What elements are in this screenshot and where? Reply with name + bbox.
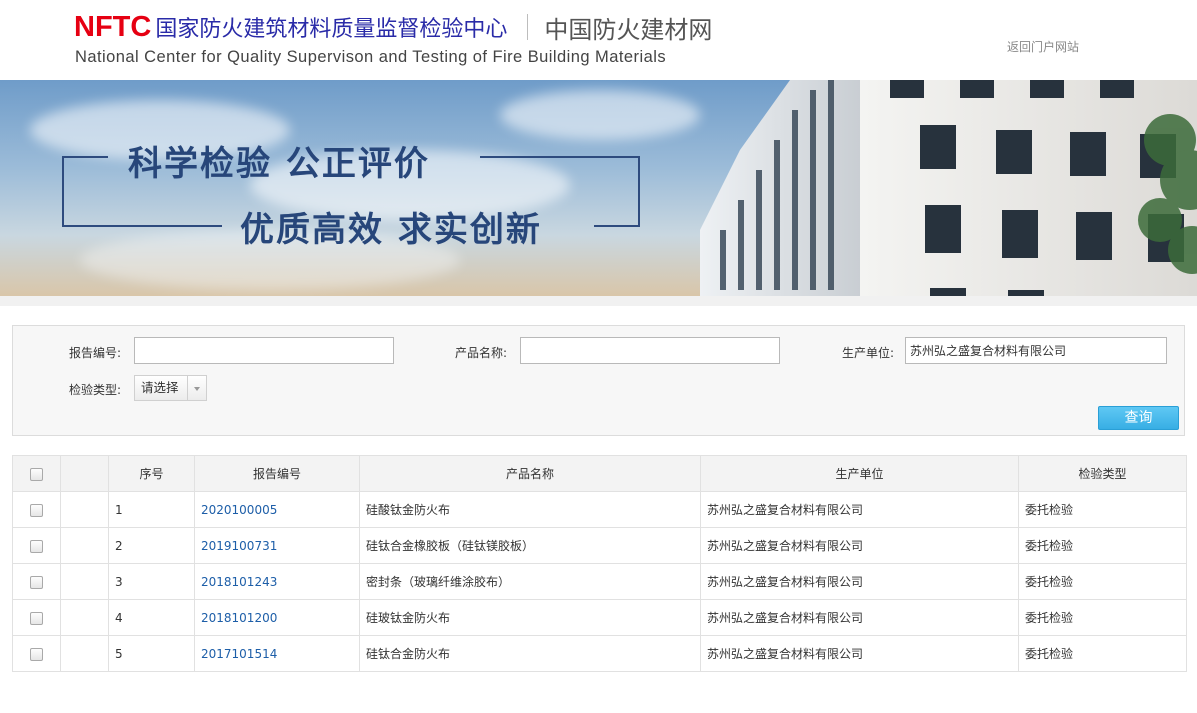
blank-cell <box>60 635 109 672</box>
row-checkbox-cell <box>12 527 61 564</box>
banner-frame-line <box>62 156 64 227</box>
report-link[interactable]: 2017101514 <box>201 647 277 661</box>
row-type: 委托检验 <box>1018 635 1187 672</box>
row-product: 密封条（玻璃纤维涂胶布） <box>359 563 701 600</box>
column-header-product[interactable]: 产品名称 <box>359 455 701 492</box>
row-manufacturer: 苏州弘之盛复合材料有限公司 <box>700 563 1019 600</box>
blank-cell <box>60 599 109 636</box>
org-name-en: National Center for Quality Supervison a… <box>75 48 667 66</box>
query-button[interactable]: 查询 <box>1098 406 1179 430</box>
inspection-type-label: 检验类型: <box>69 383 122 397</box>
logo[interactable]: NFTC 国家防火建筑材料质量监督检验中心 中国防火建材网 <box>74 10 713 44</box>
row-manufacturer: 苏州弘之盛复合材料有限公司 <box>700 635 1019 672</box>
table-row: 5 2017101514 硅钛合金防火布 苏州弘之盛复合材料有限公司 委托检验 <box>12 635 1187 672</box>
banner-frame-line <box>480 156 640 158</box>
banner-slogan-1: 科学检验 公正评价 <box>128 144 430 184</box>
row-report-no-cell: 2017101514 <box>194 635 360 672</box>
row-product: 硅玻钛金防火布 <box>359 599 701 636</box>
product-name-label: 产品名称: <box>455 346 508 360</box>
column-header-no[interactable]: 序号 <box>108 455 195 492</box>
report-link[interactable]: 2018101243 <box>201 575 277 589</box>
row-no: 2 <box>108 527 195 564</box>
table-row: 4 2018101200 硅玻钛金防火布 苏州弘之盛复合材料有限公司 委托检验 <box>12 599 1187 636</box>
row-no: 1 <box>108 491 195 528</box>
row-checkbox-cell <box>12 635 61 672</box>
row-checkbox[interactable] <box>30 575 43 589</box>
select-all-checkbox[interactable] <box>30 467 43 481</box>
row-type: 委托检验 <box>1018 527 1187 564</box>
banner-frame-line <box>594 225 640 227</box>
row-manufacturer: 苏州弘之盛复合材料有限公司 <box>700 527 1019 564</box>
blank-header <box>60 455 109 492</box>
inspection-type-value: 请选择 <box>141 380 179 395</box>
row-checkbox[interactable] <box>30 647 43 661</box>
row-checkbox[interactable] <box>30 611 43 625</box>
blank-cell <box>60 527 109 564</box>
banner-frame-line <box>638 156 640 227</box>
row-no: 3 <box>108 563 195 600</box>
report-link[interactable]: 2020100005 <box>201 503 277 517</box>
row-type: 委托检验 <box>1018 599 1187 636</box>
row-no: 5 <box>108 635 195 672</box>
results-table: 序号 报告编号 产品名称 生产单位 检验类型 1 2020100005 硅酸钛金… <box>12 455 1187 672</box>
row-manufacturer: 苏州弘之盛复合材料有限公司 <box>700 491 1019 528</box>
column-header-report-no[interactable]: 报告编号 <box>194 455 360 492</box>
row-checkbox[interactable] <box>30 503 43 517</box>
row-report-no-cell: 2019100731 <box>194 527 360 564</box>
table-row: 2 2019100731 硅钛合金橡胶板（硅钛镁胶板） 苏州弘之盛复合材料有限公… <box>12 527 1187 564</box>
row-product: 硅钛合金橡胶板（硅钛镁胶板） <box>359 527 701 564</box>
report-no-label: 报告编号: <box>69 346 122 360</box>
logo-divider <box>527 14 529 40</box>
site-name: 中国防火建材网 <box>544 15 713 44</box>
logo-abbr: NFTC <box>74 10 152 43</box>
row-report-no-cell: 2018101243 <box>194 563 360 600</box>
site-header: NFTC 国家防火建筑材料质量监督检验中心 中国防火建材网 National C… <box>0 0 1197 80</box>
hero-banner: 科学检验 公正评价 优质高效 求实创新 <box>0 80 1197 296</box>
row-checkbox-cell <box>12 599 61 636</box>
table-header-row: 序号 报告编号 产品名称 生产单位 检验类型 <box>12 455 1187 492</box>
row-checkbox-cell <box>12 563 61 600</box>
report-link[interactable]: 2018101200 <box>201 611 277 625</box>
row-type: 委托检验 <box>1018 491 1187 528</box>
column-header-manufacturer[interactable]: 生产单位 <box>700 455 1019 492</box>
manufacturer-label: 生产单位: <box>842 346 895 360</box>
banner-frame-line <box>62 225 222 227</box>
banner-frame-line <box>62 156 108 158</box>
row-checkbox-cell <box>12 491 61 528</box>
section-divider <box>0 296 1197 306</box>
inspection-type-select[interactable]: 请选择 <box>134 375 207 401</box>
select-all-cell <box>12 455 61 492</box>
building-image <box>700 80 1197 296</box>
report-link[interactable]: 2019100731 <box>201 539 277 553</box>
blank-cell <box>60 491 109 528</box>
column-header-type[interactable]: 检验类型 <box>1018 455 1187 492</box>
row-product: 硅酸钛金防火布 <box>359 491 701 528</box>
org-name-cn: 国家防火建筑材料质量监督检验中心 <box>155 17 508 42</box>
row-report-no-cell: 2018101200 <box>194 599 360 636</box>
manufacturer-input[interactable] <box>905 337 1167 364</box>
chevron-down-icon[interactable] <box>187 376 206 400</box>
row-no: 4 <box>108 599 195 636</box>
row-report-no-cell: 2020100005 <box>194 491 360 528</box>
table-row: 3 2018101243 密封条（玻璃纤维涂胶布） 苏州弘之盛复合材料有限公司 … <box>12 563 1187 600</box>
row-product: 硅钛合金防火布 <box>359 635 701 672</box>
search-panel: 报告编号: 产品名称: 生产单位: 检验类型: 请选择 查询 <box>12 325 1185 436</box>
table-row: 1 2020100005 硅酸钛金防火布 苏州弘之盛复合材料有限公司 委托检验 <box>12 491 1187 528</box>
banner-slogan-2: 优质高效 求实创新 <box>240 210 542 250</box>
blank-cell <box>60 563 109 600</box>
row-manufacturer: 苏州弘之盛复合材料有限公司 <box>700 599 1019 636</box>
row-type: 委托检验 <box>1018 563 1187 600</box>
row-checkbox[interactable] <box>30 539 43 553</box>
report-no-input[interactable] <box>134 337 394 364</box>
product-name-input[interactable] <box>520 337 780 364</box>
cloud-decoration <box>500 90 700 140</box>
back-to-portal-link[interactable]: 返回门户网站 <box>1007 38 1079 55</box>
